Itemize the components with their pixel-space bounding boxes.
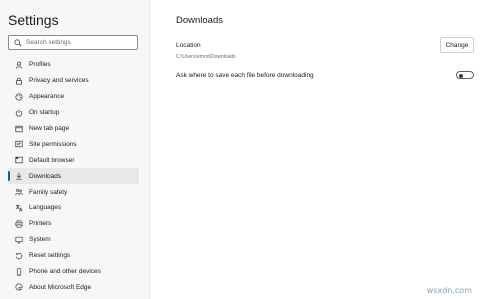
ask-before-download-toggle[interactable] — [456, 71, 474, 79]
sidebar-item-label: System — [29, 236, 51, 244]
permissions-icon — [14, 140, 23, 149]
sidebar-item-on-startup[interactable]: On startup — [8, 105, 139, 121]
sidebar-item-reset-settings[interactable]: Reset settings — [8, 248, 139, 264]
search-icon — [11, 36, 25, 49]
printer-icon — [14, 219, 23, 228]
sidebar-item-label: Privacy and services — [29, 77, 89, 85]
sidebar-item-site-permissions[interactable]: Site permissions — [8, 136, 139, 152]
sidebar-item-languages[interactable]: Languages — [8, 200, 139, 216]
sidebar-item-privacy[interactable]: Privacy and services — [8, 73, 139, 89]
sidebar-item-label: On startup — [29, 109, 60, 117]
lock-icon — [14, 76, 23, 85]
phone-icon — [14, 267, 23, 276]
ask-before-download-label: Ask where to save each file before downl… — [176, 72, 314, 79]
sidebar-item-about-edge[interactable]: About Microsoft Edge — [8, 279, 139, 295]
sidebar-item-label: Reset settings — [29, 252, 71, 260]
sidebar-item-default-browser[interactable]: Default browser — [8, 152, 139, 168]
search-input[interactable] — [25, 37, 126, 48]
sidebar-item-label: Downloads — [29, 172, 62, 180]
sidebar-item-label: Appearance — [29, 93, 65, 101]
sidebar-item-appearance[interactable]: Appearance — [8, 89, 139, 105]
sidebar-item-new-tab-page[interactable]: New tab page — [8, 121, 139, 137]
sidebar-item-label: Site permissions — [29, 140, 77, 148]
sidebar-item-label: Languages — [29, 204, 62, 212]
sidebar-title: Settings — [8, 12, 59, 28]
sidebar-item-downloads[interactable]: Downloads — [8, 168, 139, 185]
reset-icon — [14, 251, 23, 260]
sidebar-item-label: New tab page — [29, 125, 70, 132]
change-location-button[interactable]: Change — [440, 37, 474, 53]
sidebar: Settings Profiles Privacy a — [0, 0, 150, 299]
sidebar-item-label: Phone and other devices — [29, 268, 101, 276]
power-icon — [14, 108, 23, 117]
search-box[interactable] — [8, 35, 138, 50]
main-content: Downloads Location C:\Users\emrot\Downlo… — [150, 0, 480, 299]
watermark: wsxdn.com — [426, 286, 472, 295]
edge-icon — [14, 283, 23, 292]
location-label: Location — [176, 42, 201, 49]
family-icon — [14, 188, 23, 197]
sidebar-item-label: About Microsoft Edge — [29, 283, 92, 291]
new-tab-icon — [14, 124, 23, 133]
sidebar-item-phone-devices[interactable]: Phone and other devices — [8, 264, 139, 280]
sidebar-item-system[interactable]: System — [8, 232, 139, 248]
settings-window: Settings Profiles Privacy a — [0, 0, 480, 299]
system-icon — [14, 235, 23, 244]
location-path: C:\Users\emrot\Downloads — [176, 54, 236, 60]
page-title: Downloads — [176, 15, 223, 26]
sidebar-item-family-safety[interactable]: Family safety — [8, 184, 139, 200]
sidebar-item-label: Default browser — [29, 156, 75, 164]
sidebar-item-profiles[interactable]: Profiles — [8, 57, 139, 73]
sidebar-nav: Profiles Privacy and services Appearance… — [8, 57, 139, 295]
sidebar-item-label: Profiles — [29, 61, 51, 69]
languages-icon — [14, 203, 23, 212]
palette-icon — [14, 92, 23, 101]
sidebar-item-printers[interactable]: Printers — [8, 216, 139, 232]
sidebar-item-label: Family safety — [29, 188, 68, 196]
profile-icon — [14, 60, 23, 69]
browser-icon — [14, 156, 23, 165]
sidebar-item-label: Printers — [29, 220, 52, 228]
toggle-knob — [459, 73, 463, 78]
download-icon — [14, 172, 23, 181]
